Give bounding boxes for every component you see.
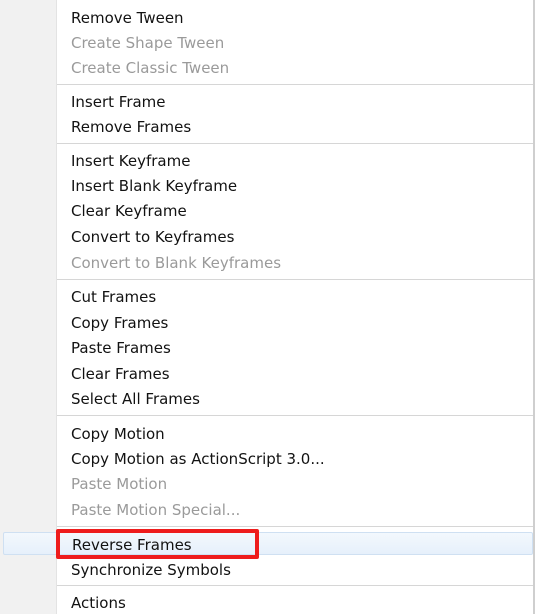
menu-item-label: Clear Frames: [71, 365, 170, 383]
timeline-context-menu: Remove Tween Create Shape Tween Create C…: [0, 0, 535, 614]
menu-item-paste-frames[interactable]: Paste Frames: [57, 336, 533, 360]
menu-item-remove-frames[interactable]: Remove Frames: [57, 115, 533, 139]
menu-item-label: Reverse Frames: [72, 536, 192, 554]
menu-item-convert-to-keyframes[interactable]: Convert to Keyframes: [57, 225, 533, 249]
menu-item-label: Copy Frames: [71, 314, 169, 332]
menu-item-insert-blank-keyframe[interactable]: Insert Blank Keyframe: [57, 174, 533, 198]
menu-item-label: Paste Motion Special...: [71, 501, 241, 519]
menu-item-insert-frame[interactable]: Insert Frame: [57, 90, 533, 114]
menu-item-select-all-frames[interactable]: Select All Frames: [57, 387, 533, 411]
menu-item-label: Paste Motion: [71, 475, 168, 493]
menu-item-paste-motion-special: Paste Motion Special...: [57, 498, 533, 522]
menu-item-label: Paste Frames: [71, 339, 171, 357]
menu-item-label: Clear Keyframe: [71, 202, 187, 220]
menu-item-label: Insert Keyframe: [71, 152, 191, 170]
menu-item-copy-motion[interactable]: Copy Motion: [57, 422, 533, 446]
menu-item-create-classic-tween: Create Classic Tween: [57, 56, 533, 80]
menu-item-label: Actions: [71, 594, 126, 612]
menu-item-reverse-frames[interactable]: Reverse Frames: [3, 532, 533, 555]
menu-item-label: Create Shape Tween: [71, 34, 225, 52]
menu-item-label: Synchronize Symbols: [71, 561, 231, 579]
menu-item-label: Copy Motion as ActionScript 3.0...: [71, 450, 325, 468]
menu-item-clear-frames[interactable]: Clear Frames: [57, 362, 533, 386]
menu-item-paste-motion: Paste Motion: [57, 472, 533, 496]
menu-separator: [57, 585, 533, 587]
menu-item-synchronize-symbols[interactable]: Synchronize Symbols: [57, 558, 533, 582]
menu-separator: [57, 415, 533, 417]
menu-item-label: Select All Frames: [71, 390, 200, 408]
menu-item-copy-motion-as-actionscript[interactable]: Copy Motion as ActionScript 3.0...: [57, 447, 533, 471]
menu-item-cut-frames[interactable]: Cut Frames: [57, 285, 533, 309]
menu-item-convert-to-blank-keyframes: Convert to Blank Keyframes: [57, 251, 533, 275]
menu-item-label: Insert Frame: [71, 93, 166, 111]
menu-separator: [57, 526, 533, 528]
menu-item-label: Convert to Keyframes: [71, 228, 235, 246]
menu-item-label: Create Classic Tween: [71, 59, 230, 77]
menu-separator: [57, 279, 533, 281]
menu-item-remove-tween[interactable]: Remove Tween: [57, 6, 533, 30]
menu-item-create-shape-tween: Create Shape Tween: [57, 31, 533, 55]
menu-separator: [57, 84, 533, 86]
menu-separator: [57, 143, 533, 145]
menu-item-insert-keyframe[interactable]: Insert Keyframe: [57, 149, 533, 173]
menu-item-copy-frames[interactable]: Copy Frames: [57, 311, 533, 335]
menu-item-actions[interactable]: Actions: [57, 591, 533, 614]
menu-item-label: Remove Frames: [71, 118, 192, 136]
menu-item-clear-keyframe[interactable]: Clear Keyframe: [57, 199, 533, 223]
menu-item-label: Convert to Blank Keyframes: [71, 254, 282, 272]
menu-item-label: Copy Motion: [71, 425, 165, 443]
menu-icon-gutter: [0, 0, 56, 614]
menu-item-label: Insert Blank Keyframe: [71, 177, 238, 195]
menu-item-label: Cut Frames: [71, 288, 157, 306]
menu-item-label: Remove Tween: [71, 9, 184, 27]
